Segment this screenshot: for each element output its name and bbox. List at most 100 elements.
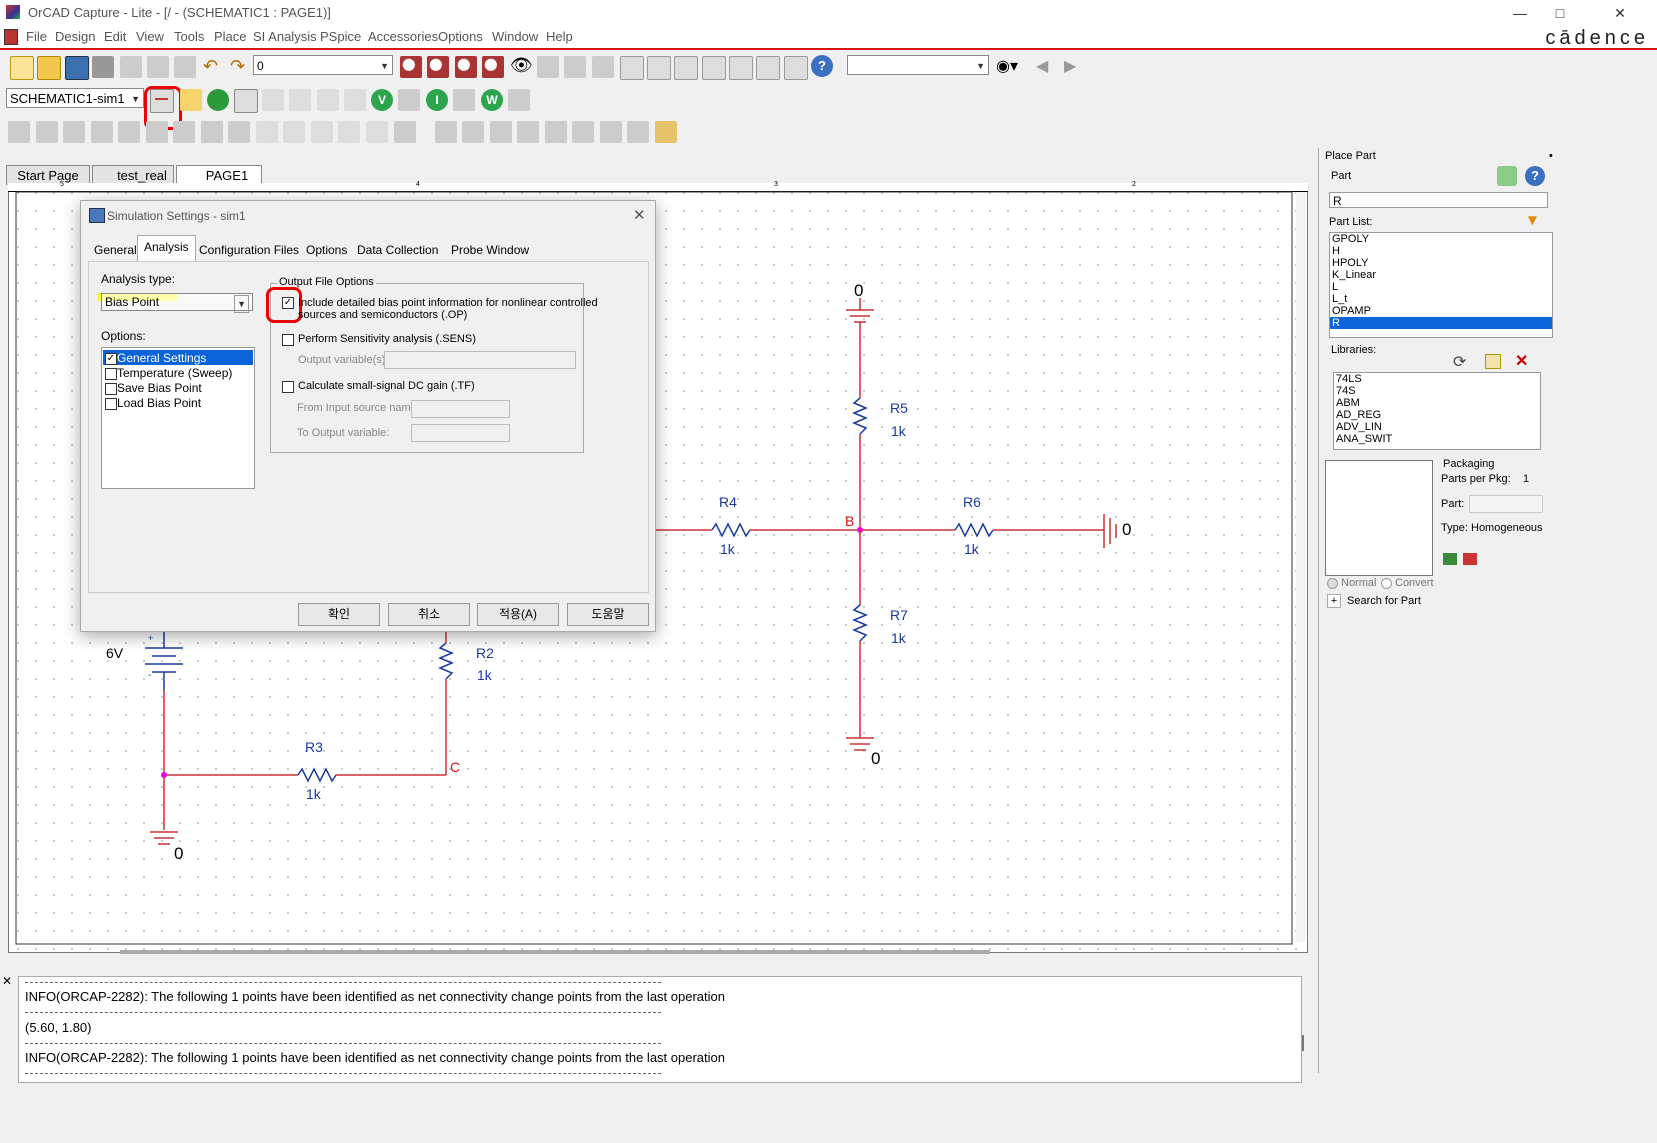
options-list[interactable]: ✓ General Settings Temperature (Sweep) S… (101, 347, 255, 489)
normal-radio[interactable] (1327, 578, 1338, 589)
part-item[interactable]: HPOLY (1330, 257, 1552, 269)
resistor-r2 (438, 642, 454, 680)
tf-label[interactable]: Calculate small-signal DC gain (.TF) (298, 380, 475, 392)
node-b-label: B (845, 513, 855, 529)
convert-radio[interactable] (1381, 578, 1392, 589)
output-vars-input[interactable] (384, 351, 576, 369)
resistor-r6 (954, 522, 994, 538)
library-item[interactable]: ANA_SWIT (1334, 433, 1540, 445)
option-general-checkbox[interactable]: ✓ (105, 353, 117, 365)
place-part-help-icon[interactable]: ? (1525, 166, 1545, 186)
sens-checkbox[interactable] (282, 334, 294, 346)
library-item[interactable]: ABM (1334, 397, 1540, 409)
tab-configuration-files[interactable]: Configuration Files (193, 239, 305, 261)
resistor-r7 (852, 604, 868, 642)
part-search-input[interactable]: R (1329, 192, 1548, 208)
log-separator (25, 1043, 661, 1044)
maximize-button[interactable]: □ (1540, 2, 1580, 24)
type-value: Homogeneous (1471, 522, 1543, 534)
log-line: INFO(ORCAP-2282): The following 1 points… (25, 1050, 725, 1065)
cadence-logo: cādence (1545, 27, 1649, 49)
close-button[interactable]: ✕ (1600, 2, 1640, 24)
junction-left (161, 772, 167, 778)
dialog-close-icon[interactable]: ✕ (633, 206, 646, 224)
analysis-type-select[interactable]: Bias Point ▼ (101, 293, 253, 313)
search-for-part-label[interactable]: Search for Part (1347, 595, 1421, 607)
place-part-title: Place Part (1325, 150, 1376, 162)
ground-label-top: 0 (854, 281, 864, 300)
tab-data-collection[interactable]: Data Collection (351, 239, 444, 261)
cancel-button[interactable]: 취소 (388, 603, 470, 626)
resistor-r5 (852, 397, 868, 435)
part-label: Part (1331, 170, 1352, 182)
library-item[interactable]: ADV_LIN (1334, 421, 1540, 433)
ok-button[interactable]: 확인 (298, 603, 380, 626)
option-save-bias-point[interactable]: Save Bias Point (117, 381, 202, 395)
add-part-icon[interactable] (1497, 166, 1517, 186)
expand-search-icon[interactable]: + (1327, 594, 1341, 608)
part-item[interactable]: L_t (1330, 293, 1552, 305)
refresh-icon[interactable]: ⟳ (1453, 352, 1466, 372)
minimize-button[interactable]: — (1500, 2, 1540, 24)
part-preview (1325, 460, 1433, 576)
library-item[interactable]: AD_REG (1334, 409, 1540, 421)
log-scrollbar[interactable] (1302, 1035, 1304, 1051)
r7-value: 1k (891, 630, 906, 646)
part-item[interactable]: K_Linear (1330, 269, 1552, 281)
libraries-label: Libraries: (1331, 344, 1377, 356)
ground-label-right: 0 (1122, 520, 1132, 539)
r2-value: 1k (477, 667, 492, 683)
option-temperature-checkbox[interactable] (105, 368, 117, 380)
part-item[interactable]: GPOLY (1330, 233, 1552, 245)
tab-analysis[interactable]: Analysis (137, 235, 196, 262)
option-load-bias-point[interactable]: Load Bias Point (117, 396, 201, 410)
part-item[interactable]: OPAMP (1330, 305, 1552, 317)
tab-general[interactable]: General (88, 239, 143, 261)
option-load-bias-checkbox[interactable] (105, 398, 117, 410)
r5-value: 1k (891, 423, 906, 439)
pkg-part-select[interactable] (1469, 495, 1543, 513)
pin-icon[interactable]: • (1549, 150, 1553, 162)
add-library-icon[interactable] (1485, 354, 1501, 369)
library-item[interactable]: 74S (1334, 385, 1540, 397)
part-item-selected[interactable]: R (1330, 317, 1552, 329)
r2-label: R2 (476, 645, 494, 661)
ground-label-bottom-right: 0 (871, 749, 881, 768)
footprint-icon (1463, 553, 1477, 565)
highlight-circle-op (266, 287, 302, 323)
horizontal-scrollbar[interactable] (120, 950, 990, 954)
tab-probe-window[interactable]: Probe Window (445, 239, 535, 261)
analysis-type-label: Analysis type: (101, 272, 176, 286)
sens-label[interactable]: Perform Sensitivity analysis (.SENS) (298, 333, 476, 345)
vertical-scrollbar[interactable] (1296, 192, 1306, 942)
log-separator (25, 982, 661, 983)
part-list[interactable]: GPOLY H HPOLY K_Linear L L_t OPAMP R (1329, 232, 1553, 338)
tf-checkbox[interactable] (282, 381, 294, 393)
library-list[interactable]: 74LS 74S ABM AD_REG ADV_LIN ANA_SWIT (1333, 372, 1541, 450)
ground-symbol-top[interactable] (846, 298, 874, 323)
ground-symbol-bottom-right[interactable] (846, 737, 874, 751)
log-line: (5.60, 1.80) (25, 1020, 92, 1035)
filter-icon[interactable]: ▼ (1525, 212, 1540, 229)
from-input-field[interactable] (411, 400, 510, 418)
remove-library-icon[interactable]: ✕ (1515, 351, 1528, 371)
ground-symbol-right[interactable] (1103, 514, 1117, 548)
op-label-line1[interactable]: Include detailed bias point information … (298, 297, 598, 309)
help-button[interactable]: 도움말 (567, 603, 649, 626)
part-item[interactable]: H (1330, 245, 1552, 257)
log-close-icon[interactable]: ✕ (2, 974, 14, 988)
apply-button[interactable]: 적용(A) (477, 603, 559, 626)
op-label-line2[interactable]: sources and semiconductors (.OP) (298, 309, 467, 321)
tab-options[interactable]: Options (300, 239, 353, 261)
r3-value: 1k (306, 786, 321, 802)
option-save-bias-checkbox[interactable] (105, 383, 117, 395)
part-item[interactable]: L (1330, 281, 1552, 293)
r7-label: R7 (890, 607, 908, 623)
option-general-settings[interactable]: General Settings (117, 351, 206, 365)
ground-symbol-left[interactable] (150, 831, 178, 845)
option-temperature-sweep[interactable]: Temperature (Sweep) (117, 366, 232, 380)
library-item[interactable]: 74LS (1334, 373, 1540, 385)
session-log[interactable]: INFO(ORCAP-2282): The following 1 points… (18, 976, 1304, 1083)
normal-label: Normal (1341, 577, 1377, 589)
to-output-field[interactable] (411, 424, 510, 442)
